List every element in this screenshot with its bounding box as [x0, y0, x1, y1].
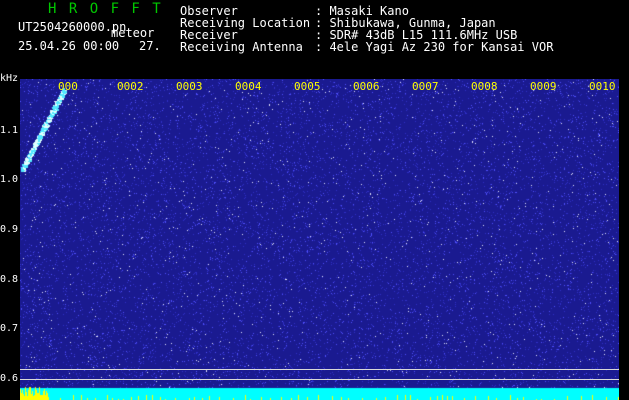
x-tick-label: 0006 [353, 80, 380, 93]
x-tick-label: 0002 [117, 80, 144, 93]
timestamp-number: 27. [139, 39, 161, 53]
y-tick-label: 1.1 [0, 125, 19, 136]
antenna-value: : 4ele Yagi Az 230 for Kansai VOR [315, 40, 554, 54]
file-tag: meteor [111, 26, 155, 40]
x-tick-label: 0009 [530, 80, 557, 93]
x-tick-label: 0010 [589, 80, 616, 93]
x-tick-label: 0005 [294, 80, 321, 93]
marker-line [20, 369, 619, 370]
y-tick-label: 0.9 [0, 224, 19, 235]
y-tick-label: 0.8 [0, 274, 19, 285]
antenna-label: Receiving Antenna [180, 40, 303, 54]
x-tick-label: 0003 [176, 80, 203, 93]
x-tick-label: 0007 [412, 80, 439, 93]
y-axis-unit: kHz [0, 73, 19, 84]
y-tick-label: 0.6 [0, 373, 19, 384]
spectrogram-plot [20, 79, 619, 400]
hrofft-screen: H R O F F T UT2504260000.pn meteor 25.04… [0, 0, 629, 400]
x-tick-label: 000 [58, 80, 78, 93]
marker-line [20, 379, 619, 380]
x-tick-label: 0008 [471, 80, 498, 93]
app-title: H R O F F T [48, 1, 163, 17]
x-tick-label: 0004 [235, 80, 262, 93]
y-tick-label: 1.0 [0, 174, 19, 185]
y-tick-label: 0.7 [0, 323, 19, 334]
timestamp: 25.04.26 00:00 [18, 39, 120, 53]
